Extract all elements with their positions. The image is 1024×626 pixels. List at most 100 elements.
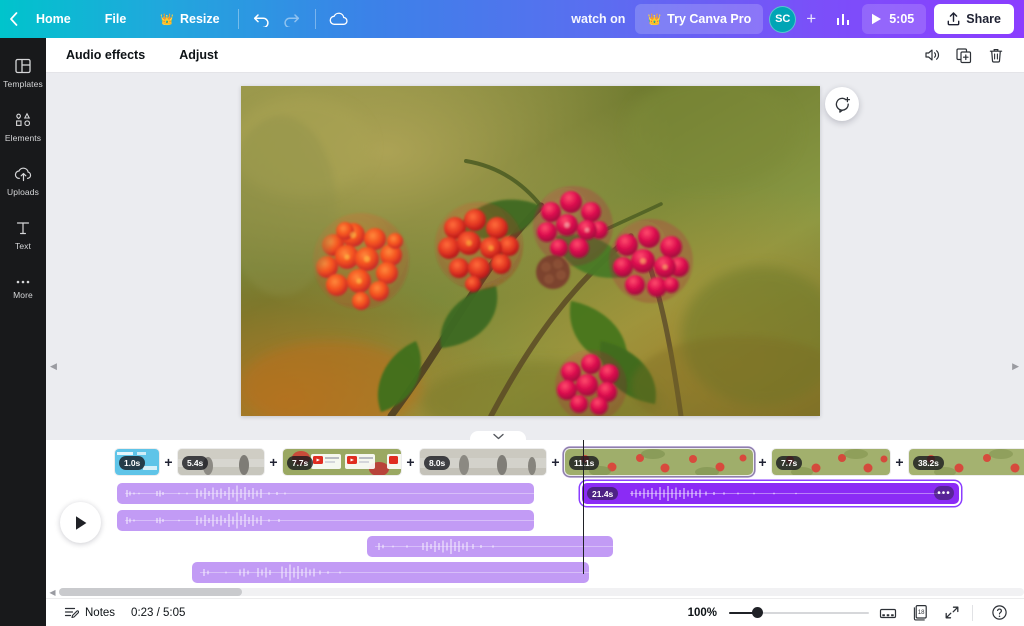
pages-count: 18 — [917, 610, 924, 616]
timeline-view-icon — [879, 606, 897, 620]
left-sidebar: Templates Elements Uploads Text — [0, 38, 46, 626]
zoom-slider-knob[interactable] — [752, 607, 763, 618]
sidebar-item-templates[interactable]: Templates — [0, 46, 46, 100]
scene-clip[interactable]: 1.0s — [114, 448, 160, 476]
more-dots-icon — [14, 278, 32, 286]
scene-clip-selected[interactable]: 11.1s — [564, 448, 754, 476]
scrollbar-left-arrow[interactable]: ◀ — [46, 588, 59, 597]
scene-duration: 7.7s — [287, 456, 313, 470]
pages-button[interactable]: 18 — [907, 601, 933, 625]
add-scene-button[interactable]: + — [265, 448, 282, 476]
help-button[interactable] — [986, 601, 1012, 625]
watch-on-label: watch on — [571, 12, 625, 26]
preview-play-button[interactable]: 5:05 — [862, 4, 926, 34]
scene-duration: 8.0s — [424, 456, 450, 470]
file-label: File — [105, 12, 127, 26]
zoom-level: 100% — [688, 607, 717, 619]
notes-label: Notes — [85, 607, 115, 619]
canvas-area: ◀ ▶ — [46, 73, 1024, 440]
add-comment-button[interactable] — [825, 87, 859, 121]
cloud-save-status[interactable] — [324, 4, 354, 34]
undo-button[interactable] — [247, 4, 277, 34]
duplicate-icon — [955, 47, 973, 64]
avatar-initials: SC — [775, 13, 790, 25]
audio-clip[interactable] — [117, 510, 534, 531]
avatar[interactable]: SC — [769, 6, 796, 33]
sidebar-item-uploads[interactable]: Uploads — [0, 154, 46, 208]
upload-share-icon — [947, 12, 960, 26]
canva-video-editor: Home File 👑 Resize — [0, 0, 1024, 626]
delete-button[interactable] — [982, 41, 1010, 69]
cloud-saved-icon — [329, 12, 349, 27]
home-label: Home — [36, 12, 71, 26]
play-icon — [871, 13, 882, 25]
analytics-button[interactable] — [828, 4, 858, 34]
audio-clip-selected[interactable]: 21.4s ••• — [582, 483, 959, 504]
playhead[interactable] — [583, 440, 584, 574]
scene-duration: 5.4s — [182, 456, 208, 470]
sidebar-item-label: Templates — [3, 79, 43, 89]
audio-clip[interactable] — [367, 536, 613, 557]
play-icon — [74, 515, 88, 531]
chevron-left-icon — [9, 12, 18, 26]
scene-duration: 38.2s — [913, 456, 944, 470]
collapse-timeline-button[interactable] — [470, 431, 526, 447]
add-scene-button[interactable]: + — [891, 448, 908, 476]
add-scene-button[interactable]: + — [402, 448, 419, 476]
try-canva-pro-button[interactable]: 👑 Try Canva Pro — [635, 4, 763, 34]
audio-clip[interactable] — [117, 483, 534, 504]
add-comment-icon — [834, 96, 851, 113]
share-button[interactable]: Share — [934, 4, 1014, 34]
scene-clip[interactable]: 8.0s — [419, 448, 547, 476]
sidebar-item-elements[interactable]: Elements — [0, 100, 46, 154]
audio-clip-more-button[interactable]: ••• — [934, 486, 954, 500]
timeline-play-button[interactable] — [60, 502, 101, 543]
scene-clip[interactable]: 7.7s — [771, 448, 891, 476]
chevron-down-icon — [493, 433, 504, 440]
notes-button[interactable]: Notes — [58, 603, 121, 623]
adjust-button[interactable]: Adjust — [173, 44, 224, 66]
timeline-view-button[interactable] — [875, 601, 901, 625]
share-label: Share — [966, 12, 1001, 26]
scrollbar-track[interactable] — [59, 588, 1024, 596]
audio-waveform — [192, 562, 589, 583]
scene-duration: 7.7s — [776, 456, 802, 470]
add-scene-button[interactable]: + — [160, 448, 177, 476]
zoom-slider[interactable] — [729, 606, 869, 620]
redo-button[interactable] — [277, 4, 307, 34]
fullscreen-icon — [944, 605, 960, 620]
canvas-scroll-left[interactable]: ◀ — [50, 361, 57, 372]
redo-icon — [283, 12, 300, 27]
audio-clip[interactable] — [192, 562, 589, 583]
add-collaborator-button[interactable]: + — [798, 6, 824, 32]
scrollbar-thumb[interactable] — [59, 588, 242, 596]
volume-icon — [923, 47, 941, 63]
add-scene-button[interactable]: + — [754, 448, 771, 476]
scene-clip[interactable]: 38.2s — [908, 448, 1024, 476]
scene-clip[interactable]: 5.4s — [177, 448, 265, 476]
fullscreen-button[interactable] — [939, 601, 965, 625]
file-menu[interactable]: File — [95, 4, 137, 34]
resize-button[interactable]: 👑 Resize — [150, 4, 229, 34]
add-scene-button[interactable]: + — [547, 448, 564, 476]
bar-chart-icon — [835, 12, 851, 27]
scene-clip[interactable]: 7.7s — [282, 448, 402, 476]
preview-duration: 5:05 — [889, 12, 914, 26]
back-button[interactable] — [0, 0, 26, 38]
notes-icon — [64, 606, 79, 620]
sidebar-item-label: Elements — [5, 133, 41, 143]
volume-button[interactable] — [918, 41, 946, 69]
canvas-scroll-right[interactable]: ▶ — [1012, 361, 1019, 372]
sidebar-item-text[interactable]: Text — [0, 208, 46, 262]
duplicate-button[interactable] — [950, 41, 978, 69]
sidebar-item-more[interactable]: More — [0, 262, 46, 316]
sidebar-item-label: Text — [15, 241, 31, 251]
sidebar-item-label: More — [13, 290, 33, 300]
home-button[interactable]: Home — [26, 4, 81, 34]
audio-effects-button[interactable]: Audio effects — [60, 44, 151, 66]
divider — [238, 9, 239, 29]
canvas-page[interactable] — [241, 86, 820, 416]
crown-icon-pro: 👑 — [647, 13, 661, 26]
plus-icon: + — [806, 9, 816, 29]
timeline-scrollbar[interactable]: ◀ — [46, 586, 1024, 598]
